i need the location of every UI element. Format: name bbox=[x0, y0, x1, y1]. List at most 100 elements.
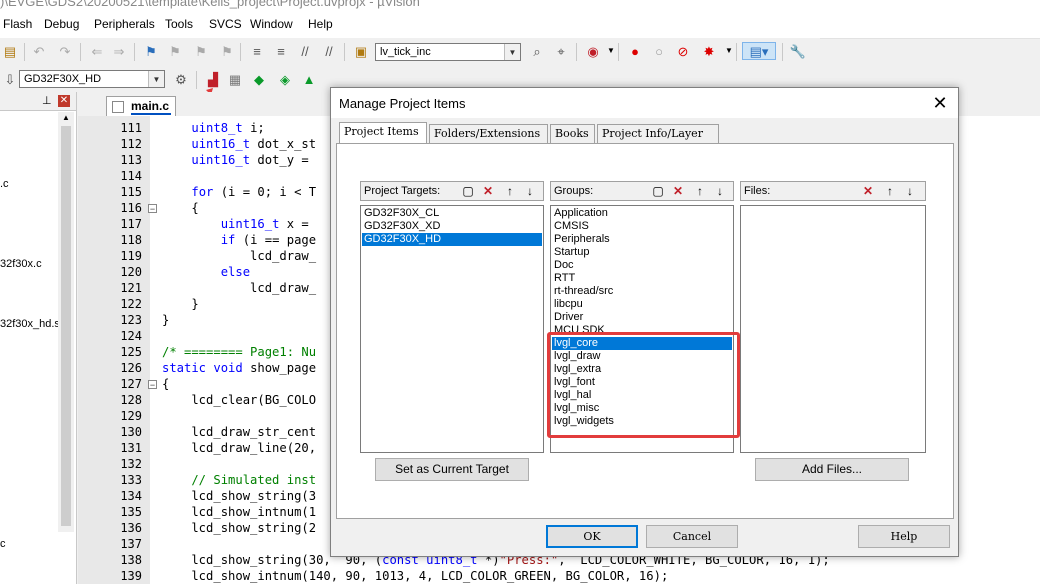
project-tree-item[interactable]: 32f30x_hd.s bbox=[0, 318, 60, 330]
tab-project-info-layer[interactable]: Project Info/Layer bbox=[597, 124, 719, 144]
new-group-icon[interactable]: ▢ bbox=[649, 183, 667, 199]
menu-svcs[interactable]: SVCS bbox=[209, 17, 242, 31]
tab-project-items[interactable]: Project Items bbox=[339, 122, 427, 144]
move-down-icon[interactable]: ↓ bbox=[901, 183, 919, 199]
target-select[interactable]: GD32F30X_HD ▼ bbox=[19, 70, 165, 88]
find-icon[interactable]: ⌕ bbox=[528, 42, 546, 60]
bookmark-prev-icon[interactable]: ⚑ bbox=[166, 42, 184, 60]
unindent-icon[interactable]: ≡ bbox=[272, 42, 290, 60]
move-up-icon[interactable]: ↑ bbox=[691, 183, 709, 199]
list-item[interactable]: GD32F30X_CL bbox=[362, 207, 542, 220]
breakpoint-enable-icon[interactable]: ○ bbox=[650, 42, 668, 60]
toolbar-separator bbox=[134, 43, 135, 61]
delete-file-icon[interactable]: ✕ bbox=[859, 183, 877, 199]
line-number: 130 bbox=[120, 425, 142, 439]
uncomment-icon[interactable]: // bbox=[320, 42, 338, 60]
bookmark-icon[interactable]: ⚑ bbox=[142, 42, 160, 60]
set-current-target-button[interactable]: Set as Current Target bbox=[375, 458, 529, 481]
dialog-titlebar: Manage Project Items ✕ bbox=[331, 88, 958, 118]
nav-back-icon[interactable]: ⇐ bbox=[88, 42, 106, 60]
debug-start-icon[interactable]: ◉ bbox=[584, 42, 602, 60]
project-tree-item[interactable]: 32f30x.c bbox=[0, 258, 42, 270]
tab-main-c[interactable]: main.c bbox=[106, 96, 176, 116]
pack-installer-icon[interactable]: ◆ bbox=[250, 70, 268, 88]
target-options-icon[interactable]: ⚙ bbox=[172, 70, 190, 88]
find-combo[interactable]: lv_tick_inc ▼ bbox=[375, 43, 521, 61]
list-item[interactable]: Driver bbox=[552, 311, 732, 324]
menu-flash[interactable]: Flash bbox=[3, 17, 32, 31]
move-up-icon[interactable]: ↑ bbox=[881, 183, 899, 199]
scroll-up-icon[interactable]: ▲ bbox=[62, 113, 70, 122]
tab-books[interactable]: Books bbox=[550, 124, 595, 144]
code-line: lcd_show_string(2 bbox=[162, 521, 317, 535]
add-files-button[interactable]: Add Files... bbox=[755, 458, 909, 481]
breakpoint-insert-icon[interactable]: ● bbox=[626, 42, 644, 60]
move-down-icon[interactable]: ↓ bbox=[521, 183, 539, 199]
move-up-icon[interactable]: ↑ bbox=[501, 183, 519, 199]
list-item[interactable]: Doc bbox=[552, 259, 732, 272]
cancel-button[interactable]: Cancel bbox=[646, 525, 738, 548]
fold-toggle[interactable]: − bbox=[148, 204, 157, 214]
chevron-down-icon[interactable]: ▼ bbox=[504, 44, 520, 60]
list-item[interactable]: GD32F30X_XD bbox=[362, 220, 542, 233]
close-icon[interactable]: ✕ bbox=[58, 95, 70, 107]
scrollbar-thumb[interactable] bbox=[61, 126, 71, 526]
incremental-find-icon[interactable]: ⌖ bbox=[552, 42, 570, 60]
code-line: } bbox=[162, 297, 199, 311]
menu-tools[interactable]: Tools bbox=[165, 17, 193, 31]
tab-folders-extensions[interactable]: Folders/Extensions bbox=[429, 124, 548, 144]
load-icon[interactable]: ⇩ bbox=[1, 70, 19, 88]
list-item-selected[interactable]: GD32F30X_HD bbox=[362, 233, 542, 246]
breakpoint-disable-icon[interactable]: ⊘ bbox=[674, 42, 692, 60]
comment-icon[interactable]: // bbox=[296, 42, 314, 60]
indent-icon[interactable]: ≡ bbox=[248, 42, 266, 60]
project-tree-item[interactable]: .c bbox=[0, 178, 9, 190]
list-item[interactable]: CMSIS bbox=[552, 220, 732, 233]
toolbar-separator bbox=[782, 43, 783, 61]
configure-icon[interactable]: 🔧 bbox=[789, 42, 807, 60]
close-icon[interactable]: ✕ bbox=[927, 92, 953, 114]
list-item[interactable]: rt-thread/src bbox=[552, 285, 732, 298]
list-item[interactable]: RTT bbox=[552, 272, 732, 285]
menu-debug[interactable]: Debug bbox=[44, 17, 79, 31]
paste-icon[interactable]: ▤ bbox=[1, 42, 19, 60]
bookmark-clear-icon[interactable]: ⚑ bbox=[218, 42, 236, 60]
redo-icon[interactable]: ↷ bbox=[56, 42, 74, 60]
bookmark-next-icon[interactable]: ⚑ bbox=[192, 42, 210, 60]
move-down-icon[interactable]: ↓ bbox=[711, 183, 729, 199]
file-extensions-icon[interactable]: ▦ bbox=[226, 70, 244, 88]
line-number: 139 bbox=[120, 569, 142, 583]
list-item[interactable]: Peripherals bbox=[552, 233, 732, 246]
list-item[interactable]: Application bbox=[552, 207, 732, 220]
targets-list[interactable]: GD32F30X_CL GD32F30X_XD GD32F30X_HD bbox=[360, 205, 544, 453]
project-panel-scrollbar[interactable]: ▲ bbox=[58, 112, 74, 532]
breakpoint-kill-icon[interactable]: ✸ bbox=[700, 42, 718, 60]
manage-run-time-env-icon[interactable]: ▲ bbox=[300, 70, 318, 88]
list-item[interactable]: Startup bbox=[552, 246, 732, 259]
nav-forward-icon[interactable]: ⇒ bbox=[110, 42, 128, 60]
delete-target-icon[interactable]: ✕ bbox=[479, 183, 497, 199]
line-number: 131 bbox=[120, 441, 142, 455]
files-list[interactable] bbox=[740, 205, 926, 453]
chevron-down-icon[interactable]: ▼ bbox=[148, 71, 164, 87]
menu-peripherals[interactable]: Peripherals bbox=[94, 17, 155, 31]
fold-toggle[interactable]: − bbox=[148, 380, 157, 390]
select-packs-icon[interactable]: ◈ bbox=[276, 70, 294, 88]
ok-button[interactable]: OK bbox=[546, 525, 638, 548]
help-button[interactable]: Help bbox=[858, 525, 950, 548]
menu-help[interactable]: Help bbox=[308, 17, 333, 31]
line-number: 112 bbox=[120, 137, 142, 151]
window-layout-icon[interactable]: ▤▾ bbox=[742, 42, 776, 60]
code-line: } bbox=[162, 313, 170, 327]
undo-icon[interactable]: ↶ bbox=[30, 42, 48, 60]
line-number: 138 bbox=[120, 553, 142, 567]
line-number: 123 bbox=[120, 313, 142, 327]
list-item[interactable]: libcpu bbox=[552, 298, 732, 311]
project-tree-item[interactable]: c bbox=[0, 538, 6, 550]
new-target-icon[interactable]: ▢ bbox=[459, 183, 477, 199]
pin-icon[interactable]: ⊥ bbox=[42, 94, 52, 107]
menu-window[interactable]: Window bbox=[250, 17, 293, 31]
delete-group-icon[interactable]: ✕ bbox=[669, 183, 687, 199]
find-in-files-icon[interactable]: ▣ bbox=[352, 42, 370, 60]
files-header: Files: ✕ ↑ ↓ bbox=[740, 181, 926, 201]
